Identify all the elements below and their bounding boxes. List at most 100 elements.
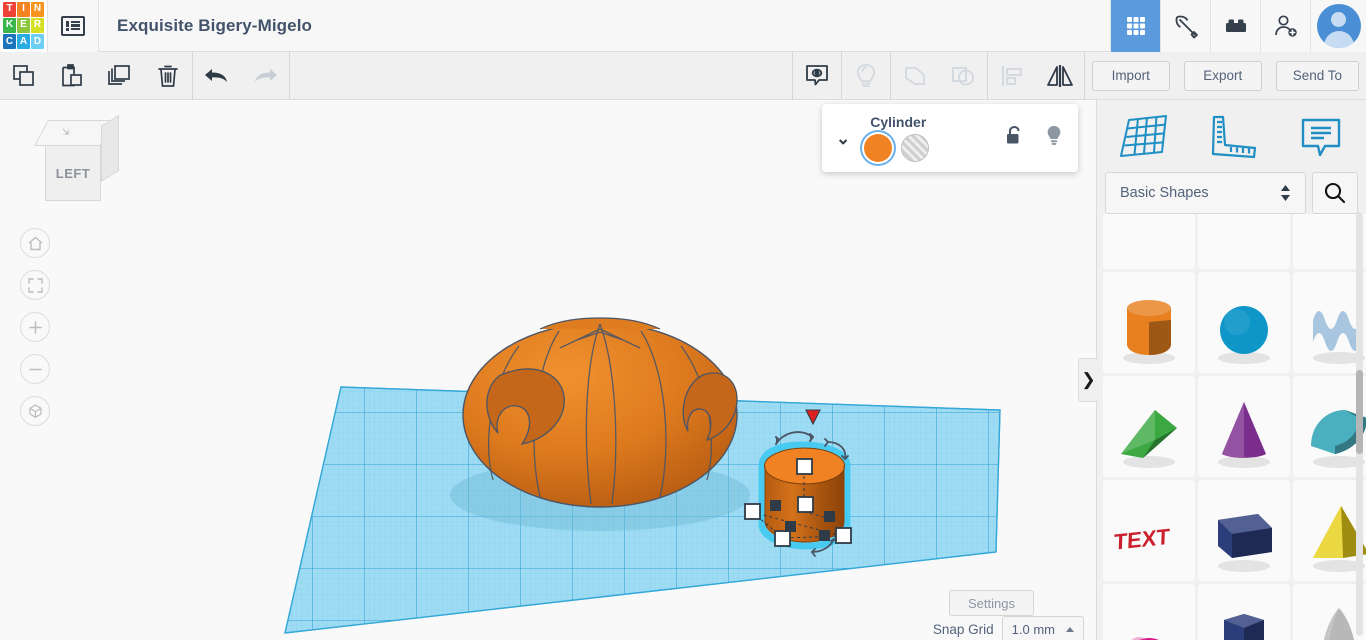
tinkercad-logo[interactable]: TINKERCAD — [0, 0, 47, 52]
home-view-button[interactable] — [20, 228, 50, 258]
redo-arrow-icon — [250, 63, 280, 89]
duplicate-icon — [106, 63, 134, 89]
lightbulb-icon — [1044, 124, 1064, 148]
shape-property-panel[interactable]: ⌄ Cylinder — [822, 104, 1078, 172]
shape-wedge-thumb — [1103, 384, 1195, 470]
shape-cone-thumb — [1198, 384, 1290, 470]
minecraft-pickaxe-icon — [1173, 13, 1199, 39]
list-menu-icon — [61, 16, 85, 36]
logo-tile-i: I — [17, 2, 30, 17]
shape-wedge-grey-thumb — [1103, 214, 1195, 262]
projection-toggle-button[interactable] — [20, 396, 50, 426]
invite-user-button[interactable] — [1260, 0, 1310, 52]
shape-library-controls: Basic Shapes — [1097, 172, 1366, 214]
shape-grid-scroller[interactable]: TEXT — [1097, 214, 1366, 640]
shape-polygon[interactable] — [1198, 584, 1290, 640]
shape-sphere-thumb — [1198, 280, 1290, 366]
shape-cone[interactable] — [1198, 376, 1290, 477]
fit-to-view-button[interactable] — [20, 270, 50, 300]
ruler-button[interactable] — [1187, 112, 1277, 160]
undo-button[interactable] — [193, 52, 241, 99]
sidebar-tool-icons — [1097, 100, 1366, 172]
shape-box-thumb — [1198, 488, 1290, 574]
logo-tile-r: R — [31, 18, 44, 33]
lock-toggle-button[interactable] — [1004, 125, 1024, 152]
view-cube-front-face[interactable]: LEFT — [45, 145, 101, 201]
collapse-chevron-icon[interactable]: ⌄ — [836, 130, 850, 147]
caret-up-icon — [1066, 627, 1074, 632]
property-panel-actions — [1004, 124, 1064, 153]
shape-text[interactable]: TEXT — [1103, 480, 1195, 581]
shape-search-button[interactable] — [1312, 172, 1358, 214]
blocks-button[interactable] — [1210, 0, 1260, 52]
pumpkin-shape — [463, 318, 737, 507]
note-icon — [1295, 112, 1347, 160]
lego-brick-icon — [1223, 13, 1249, 39]
edit-toolbar: Import Export Send To — [0, 52, 1366, 100]
view-cube[interactable]: LEFT ⇲ — [24, 118, 116, 210]
shape-cylinder-thumb — [1103, 280, 1195, 366]
shape-wedge[interactable] — [1103, 376, 1195, 477]
snap-grid-control: Snap Grid 1.0 mm — [933, 616, 1084, 640]
zoom-in-button[interactable] — [20, 312, 50, 342]
user-avatar-button[interactable] — [1310, 0, 1366, 52]
shape-library-value: Basic Shapes — [1120, 185, 1209, 201]
logo-tile-c: C — [3, 34, 16, 49]
shape-mode-swatches — [864, 134, 929, 162]
copy-icon — [11, 63, 37, 89]
shape-library-select[interactable]: Basic Shapes — [1105, 172, 1306, 214]
export-button[interactable]: Export — [1184, 61, 1262, 91]
shapes-sidebar: Basic Shapes TEXT — [1096, 100, 1366, 640]
group-button — [891, 52, 939, 99]
snap-grid-label: Snap Grid — [933, 622, 994, 637]
snap-grid-select[interactable]: 1.0 mm — [1002, 616, 1084, 640]
hole-swatch[interactable] — [901, 134, 929, 162]
project-menu-button[interactable] — [47, 0, 99, 52]
ungroup-shapes-icon — [949, 62, 977, 90]
duplicate-button[interactable] — [96, 52, 144, 99]
sidebar-collapse-button[interactable]: ❯ — [1078, 358, 1098, 402]
page-title: Exquisite Bigery-Migelo — [117, 16, 312, 36]
shape-sphere[interactable] — [1198, 272, 1290, 373]
shape-half-sphere[interactable] — [1103, 584, 1195, 640]
delete-trash-icon — [155, 63, 181, 89]
perspective-cube-icon — [27, 403, 44, 420]
paste-button[interactable] — [48, 52, 96, 99]
chevron-updown-icon — [1280, 183, 1291, 203]
shape-dome-grey-thumb — [1198, 214, 1290, 262]
apps-grid-button[interactable] — [1110, 0, 1160, 52]
mirror-button[interactable] — [1036, 52, 1084, 99]
delete-button[interactable] — [144, 52, 192, 99]
minecraft-button[interactable] — [1160, 0, 1210, 52]
notes-button[interactable] — [793, 52, 841, 99]
snap-grid-value: 1.0 mm — [1012, 622, 1055, 637]
shape-cylinder[interactable] — [1103, 272, 1195, 373]
solid-swatch[interactable] — [864, 134, 892, 162]
paste-icon — [59, 63, 85, 89]
design-canvas[interactable]: LEFT ⇲ — [0, 100, 1096, 640]
shape-grid-scrollbar-thumb[interactable] — [1356, 370, 1363, 454]
logo-tile-n: N — [31, 2, 44, 17]
group-shapes-icon — [901, 62, 929, 90]
copy-button[interactable] — [0, 52, 48, 99]
ungroup-button — [939, 52, 987, 99]
top-bar: TINKERCAD Exquisite Bigery-Migelo — [0, 0, 1366, 52]
import-button[interactable]: Import — [1092, 61, 1170, 91]
settings-button[interactable]: Settings — [949, 590, 1034, 616]
zoom-out-button[interactable] — [20, 354, 50, 384]
view-cube-side-face[interactable] — [101, 115, 119, 182]
undo-arrow-icon — [202, 63, 232, 89]
visibility-toggle-button[interactable] — [1044, 124, 1064, 153]
send-to-button[interactable]: Send To — [1276, 61, 1359, 91]
shape-box[interactable] — [1198, 480, 1290, 581]
workplane-button[interactable] — [1097, 112, 1187, 160]
shape-dome-grey[interactable] — [1198, 214, 1290, 269]
fit-view-icon — [27, 277, 44, 294]
shape-half-sphere-thumb — [1103, 592, 1195, 640]
logo-tile-a: A — [17, 34, 30, 49]
unlock-icon — [1004, 125, 1024, 147]
note-button[interactable] — [1276, 112, 1366, 160]
redo-button — [241, 52, 289, 99]
shape-wedge-grey[interactable] — [1103, 214, 1195, 269]
workplane-scene[interactable] — [0, 100, 1096, 640]
